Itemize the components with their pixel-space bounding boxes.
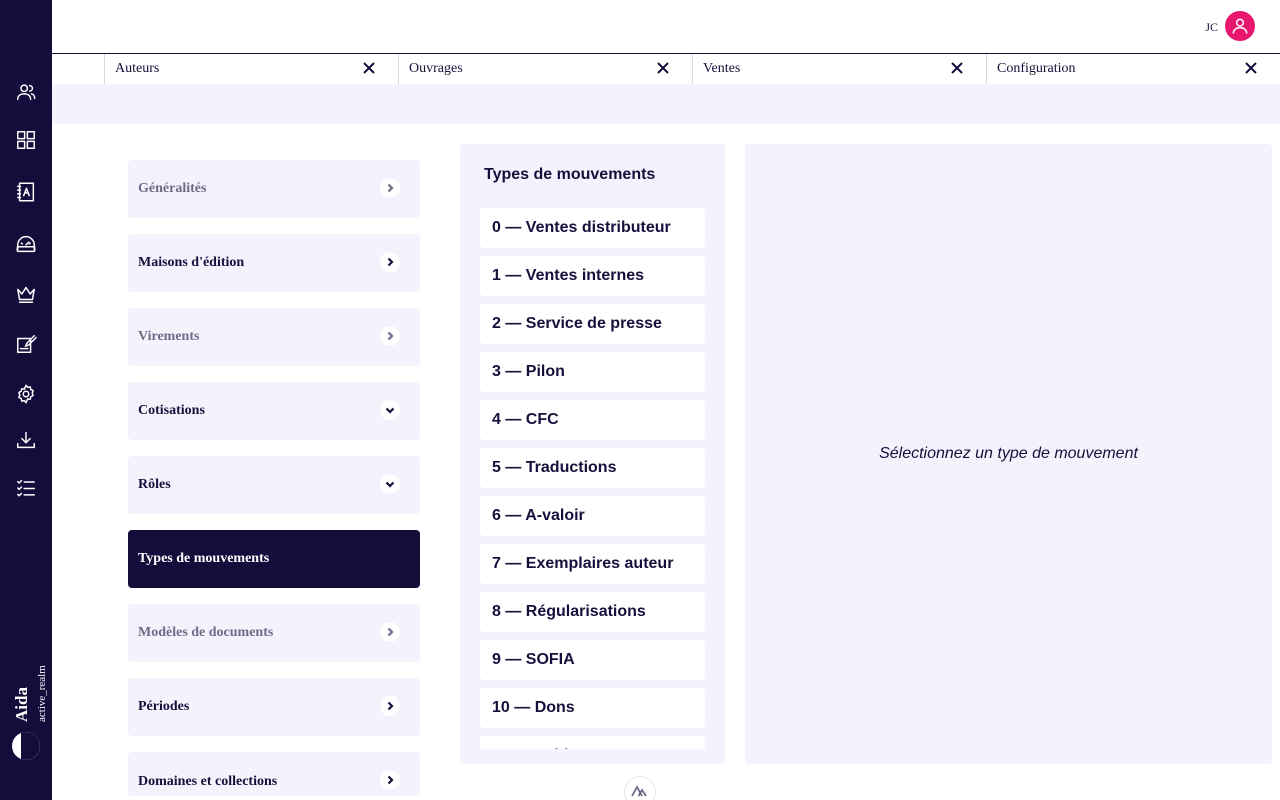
menu-item-generalites[interactable]: Généralités [128, 160, 420, 218]
list-item[interactable]: 10 — Dons [480, 688, 705, 728]
menu-item-label: Rôles [138, 477, 171, 492]
menu-item-periodes[interactable]: Périodes [128, 678, 420, 736]
chevron-right-icon [380, 622, 400, 642]
chevron-right-icon [380, 252, 400, 272]
menu-item-modeles-documents[interactable]: Modèles de documents [128, 604, 420, 662]
sales-icon[interactable] [14, 232, 38, 256]
user-icon [1232, 18, 1248, 34]
scroll-fade [460, 749, 725, 764]
movement-types-panel: Types de mouvements 0 — Ventes distribut… [460, 144, 725, 764]
list-item[interactable]: 1 — Ventes internes [480, 256, 705, 296]
tab-label: Auteurs [115, 61, 160, 76]
menu-item-label: Généralités [138, 181, 207, 196]
checklist-icon[interactable] [14, 476, 38, 500]
menu-item-virements[interactable]: Virements [128, 308, 420, 366]
realm-label: active_realm [36, 665, 48, 722]
gear-icon[interactable] [14, 382, 38, 406]
menu-item-cotisations[interactable]: Cotisations [128, 382, 420, 440]
tab-label: Ouvrages [409, 61, 463, 76]
tab-auteurs[interactable]: Auteurs [104, 54, 398, 84]
list-item[interactable]: 9 — SOFIA [480, 640, 705, 680]
menu-item-label: Domaines et collections [138, 774, 278, 789]
list-item[interactable]: 8 — Régularisations [480, 592, 705, 632]
tab-ouvrages[interactable]: Ouvrages [398, 54, 692, 84]
movement-type-detail: Sélectionnez un type de mouvement [745, 144, 1272, 764]
list-item[interactable]: 2 — Service de presse [480, 304, 705, 344]
tab-configuration[interactable]: Configuration [986, 54, 1280, 84]
menu-item-domaines-collections[interactable]: Domaines et collections [128, 752, 420, 796]
list-item[interactable]: 4 — CFC [480, 400, 705, 440]
menu-item-maisons-edition[interactable]: Maisons d'édition [128, 234, 420, 292]
menu-item-label: Périodes [138, 699, 190, 714]
crown-icon[interactable] [14, 282, 38, 306]
chevron-right-icon [380, 696, 400, 716]
chevron-right-icon [380, 770, 400, 790]
chevron-right-icon [380, 326, 400, 346]
chevron-right-icon [380, 178, 400, 198]
brand-name: Aida [12, 687, 31, 722]
download-icon[interactable] [14, 428, 38, 452]
subheader-band [52, 84, 1280, 124]
menu-item-label: Cotisations [138, 403, 205, 418]
side-nav: Aida active_realm [0, 0, 52, 800]
menu-item-types-mouvements[interactable]: Types de mouvements [128, 530, 420, 588]
author-book-icon[interactable] [14, 180, 38, 204]
list-item[interactable]: 7 — Exemplaires auteur [480, 544, 705, 584]
user-avatar[interactable] [1225, 11, 1255, 41]
menu-item-label: Modèles de documents [138, 625, 274, 640]
close-icon[interactable] [950, 61, 964, 75]
dashboard-grid-icon[interactable] [14, 128, 38, 152]
app-logo-icon[interactable] [624, 776, 656, 800]
chevron-down-icon [380, 474, 400, 494]
list-item[interactable]: 6 — A-valoir [480, 496, 705, 536]
list-item[interactable]: 5 — Traductions [480, 448, 705, 488]
brand-block: Aida active_realm [6, 654, 48, 724]
close-icon[interactable] [1244, 61, 1258, 75]
tab-label: Configuration [997, 61, 1076, 76]
close-icon[interactable] [656, 61, 670, 75]
realm-logo-icon[interactable] [12, 732, 40, 760]
contract-icon[interactable] [14, 332, 38, 356]
close-icon[interactable] [362, 61, 376, 75]
tab-ventes[interactable]: Ventes [692, 54, 986, 84]
menu-item-label: Types de mouvements [138, 551, 270, 566]
menu-item-roles[interactable]: Rôles [128, 456, 420, 514]
empty-state-message: Sélectionnez un type de mouvement [879, 445, 1138, 462]
menu-item-label: Maisons d'édition [138, 255, 245, 270]
top-bar: JC [52, 0, 1280, 54]
panel-title: Types de mouvements [484, 166, 656, 183]
chevron-down-icon [380, 400, 400, 420]
menu-item-label: Virements [138, 329, 200, 344]
tab-bar: Auteurs Ouvrages Ventes Configuration [52, 54, 1280, 84]
users-icon[interactable] [14, 80, 38, 104]
list-item[interactable]: 3 — Pilon [480, 352, 705, 392]
user-initials: JC [1205, 20, 1218, 34]
list-item[interactable]: 0 — Ventes distributeur [480, 208, 705, 248]
tab-label: Ventes [703, 61, 741, 76]
